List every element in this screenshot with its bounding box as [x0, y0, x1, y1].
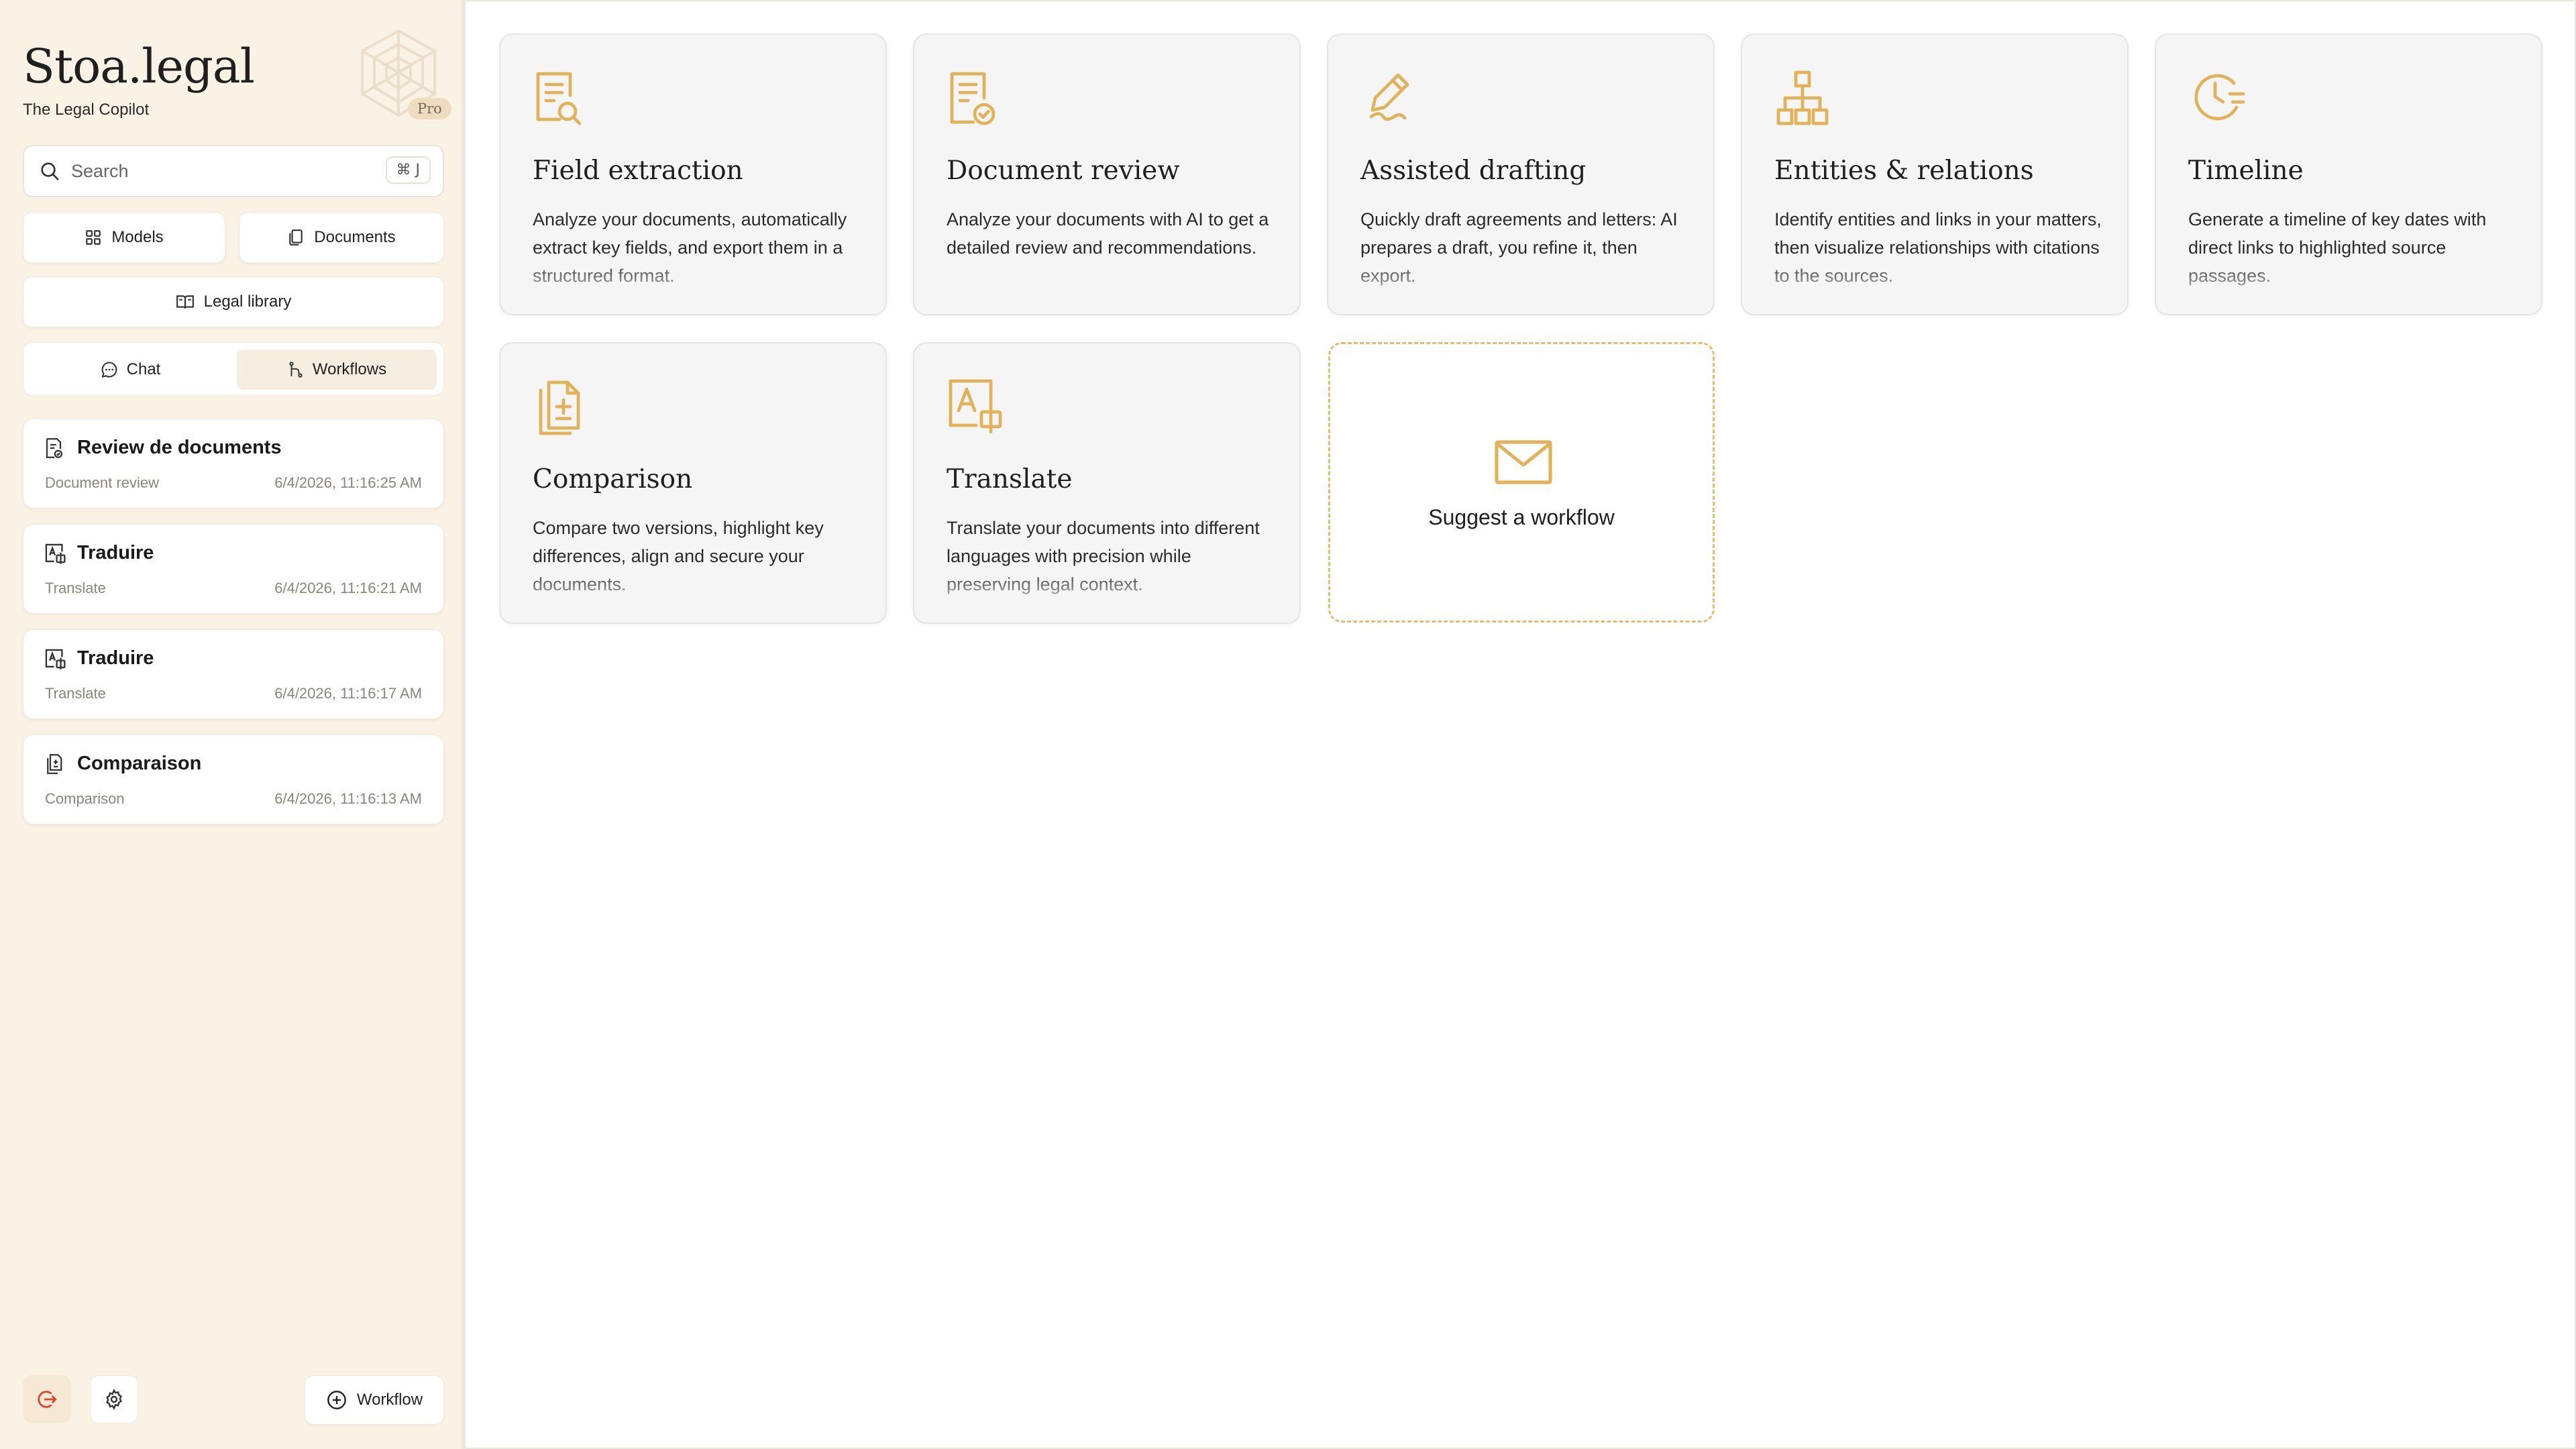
workflow-card-assisted-drafting[interactable]: Assisted drafting Quickly draft agreemen… [1327, 34, 1715, 315]
pro-badge: Pro [408, 98, 451, 119]
workflow-description: Translate your documents into different … [947, 518, 1260, 594]
search-box[interactable]: ⌘ J [23, 145, 444, 197]
documents-icon [289, 229, 303, 246]
tab-workflows[interactable]: Workflows [237, 350, 437, 390]
document-review-icon [46, 438, 62, 458]
history-title: Comparaison [77, 753, 202, 774]
history-title: Traduire [77, 647, 154, 669]
search-icon [41, 162, 59, 180]
workflow-title: Document review [947, 156, 1180, 186]
settings-button[interactable] [90, 1375, 138, 1424]
workflow-title: Translate [947, 464, 1073, 494]
chat-bubble-icon [101, 362, 117, 378]
workflow-description: Analyze your documents, automatically ex… [533, 209, 847, 286]
workflow-title: Comparison [533, 464, 693, 494]
history-time: 6/4/2026, 11:16:17 AM [274, 685, 422, 702]
search-shortcut: ⌘ J [385, 156, 431, 184]
workflow-card-timeline[interactable]: Timeline Generate a timeline of key date… [2155, 34, 2542, 315]
history-item[interactable]: Review de documents Document review 6/4/… [23, 419, 444, 508]
workflow-card-entities-relations[interactable]: Entities & relations Identify entities a… [1741, 34, 2129, 315]
chat-workflows-tabs: Chat Workflows [23, 342, 444, 396]
history-title: Traduire [77, 542, 154, 564]
models-button[interactable]: Models [23, 212, 225, 263]
history-item[interactable]: Traduire Translate 6/4/2026, 11:16:17 AM [23, 629, 444, 719]
history-time: 6/4/2026, 11:16:21 AM [274, 580, 422, 596]
comparison-icon [47, 754, 62, 774]
book-open-icon [176, 295, 194, 309]
suggest-workflow-label: Suggest a workflow [1428, 505, 1615, 529]
legal-library-button[interactable]: Legal library [23, 276, 444, 327]
workflow-description: Compare two versions, highlight key diff… [533, 518, 824, 594]
document-review-icon [950, 72, 996, 125]
documents-button[interactable]: Documents [239, 212, 444, 263]
workflow-description: Analyze your documents with AI to get a … [947, 209, 1269, 258]
new-workflow-button[interactable]: Workflow [305, 1375, 444, 1425]
history-item[interactable]: Traduire Translate 6/4/2026, 11:16:21 AM [23, 524, 444, 614]
tab-chat[interactable]: Chat [30, 350, 230, 390]
workflow-description: Identify entities and links in your matt… [1774, 209, 2102, 286]
history-time: 6/4/2026, 11:16:13 AM [274, 790, 422, 807]
workflow-description: Generate a timeline of key dates with di… [2188, 209, 2487, 286]
translate-icon [949, 379, 1002, 433]
timeline-clock-icon [2194, 74, 2245, 121]
models-label: Models [111, 228, 164, 246]
pen-icon [1369, 73, 1409, 121]
gear-icon [106, 1389, 122, 1410]
legal-library-label: Legal library [203, 292, 292, 311]
history-item[interactable]: Comparaison Comparison 6/4/2026, 11:16:1… [23, 735, 444, 824]
tab-workflows-label: Workflows [312, 360, 387, 378]
history-type: Translate [45, 685, 106, 702]
comparison-icon [539, 380, 580, 435]
workflow-title: Field extraction [533, 156, 743, 186]
new-workflow-label: Workflow [356, 1391, 423, 1409]
workflow-description: Quickly draft agreements and letters: AI… [1360, 209, 1678, 286]
plus-circle-icon [327, 1391, 346, 1409]
workflow-title: Entities & relations [1774, 156, 2034, 186]
workflow-card-translate[interactable]: Translate Translate your documents into … [913, 342, 1301, 624]
workflow-card-comparison[interactable]: Comparison Compare two versions, highlig… [499, 342, 887, 624]
sidebar: Stoa.legal The Legal Copilot Pro ⌘ J Mod… [0, 0, 466, 1449]
hierarchy-icon [1776, 70, 1829, 125]
workflow-title: Timeline [2188, 156, 2304, 186]
mail-icon [1495, 440, 1552, 484]
history-type: Comparison [45, 790, 125, 807]
app-tagline: The Legal Copilot [23, 101, 150, 119]
history-title: Review de documents [77, 437, 282, 458]
search-input[interactable] [71, 160, 353, 182]
translate-icon [45, 543, 66, 564]
history-type: Translate [45, 580, 106, 596]
translate-icon [45, 649, 66, 669]
logout-icon [38, 1391, 57, 1408]
field-extraction-icon [536, 72, 582, 125]
suggest-workflow-card[interactable]: Suggest a workflow [1328, 342, 1715, 623]
workflow-card-field-extraction[interactable]: Field extraction Analyze your documents,… [499, 34, 887, 315]
documents-label: Documents [314, 228, 396, 246]
workflow-branch-icon [289, 362, 303, 378]
grid-icon [86, 230, 101, 245]
history-time: 6/4/2026, 11:16:25 AM [274, 474, 422, 491]
logout-button[interactable] [23, 1375, 71, 1424]
workflow-card-document-review[interactable]: Document review Analyze your documents w… [913, 34, 1301, 315]
history-type: Document review [45, 474, 159, 491]
workflow-title: Assisted drafting [1360, 156, 1587, 186]
app-name: Stoa.legal [23, 39, 255, 94]
tab-chat-label: Chat [126, 360, 161, 378]
